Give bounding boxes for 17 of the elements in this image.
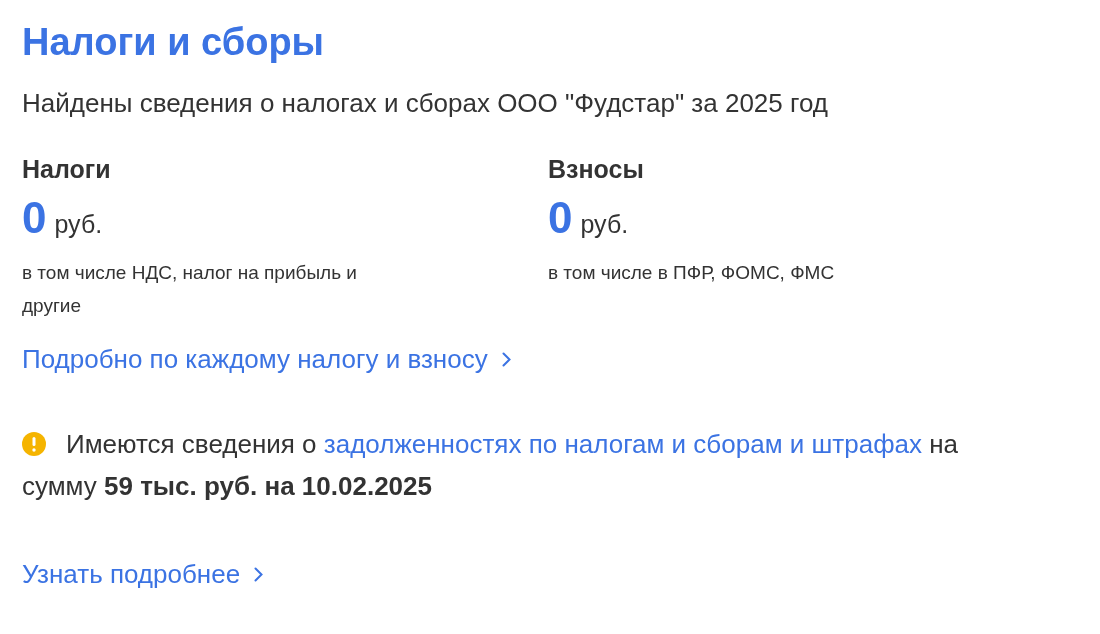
- notice-text: Имеются сведения о задолженностях по налогам и сборам и штрафах на сумму 59 тыс. руб. на 10.02.2025: [22, 427, 960, 503]
- currency-unit: руб.: [580, 209, 629, 241]
- summary-note: в том числе НДС, налог на прибыль и другие: [22, 260, 358, 318]
- summary-heading: Взносы: [548, 153, 645, 185]
- warning-icon: [22, 431, 46, 456]
- debt-link[interactable]: задолженностях по налогам и сборам и штрафах: [323, 428, 922, 459]
- amount: 0: [548, 196, 573, 241]
- details-link[interactable]: Подробно по каждому налогу и взносу: [22, 339, 511, 379]
- summary-heading: Налоги: [22, 153, 112, 185]
- summary-note: в том числе в ПФР, ФОМС, ФМС: [548, 260, 836, 285]
- currency-unit: руб.: [54, 209, 103, 241]
- more-link[interactable]: Узнать подробнее: [22, 554, 264, 594]
- section-title: Налоги и сборы: [22, 20, 326, 65]
- chevron-right-icon: [254, 566, 264, 582]
- chevron-right-icon: [501, 351, 511, 367]
- subtitle: Найдены сведения о налогах и сборах ООО "Фудстар" за 2025 год: [22, 86, 829, 120]
- amount: 0: [22, 196, 47, 241]
